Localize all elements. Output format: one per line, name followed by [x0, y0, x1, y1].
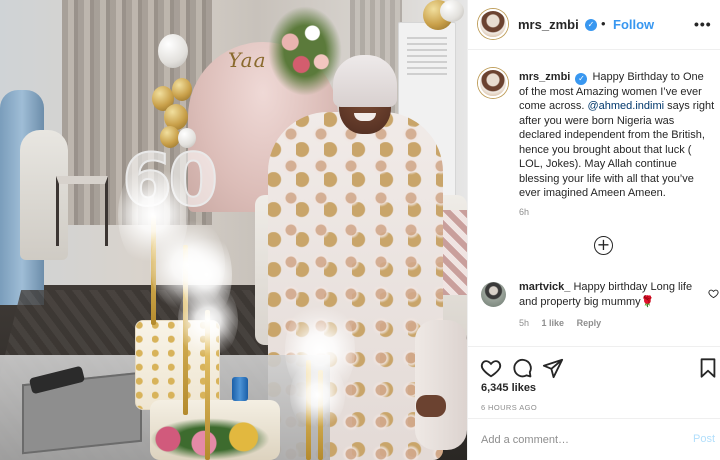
photo-cake-roses	[150, 418, 270, 460]
photo-person-right	[415, 320, 467, 450]
caption-username[interactable]: mrs_zmbi	[519, 71, 570, 83]
comment-username[interactable]: martvick_	[519, 281, 570, 293]
caption-time[interactable]: 6h	[519, 207, 529, 217]
post-comment-button[interactable]: Post	[693, 433, 715, 445]
add-comment-bar: Post	[468, 418, 720, 460]
photo-head-wrap	[333, 55, 397, 107]
caption-avatar[interactable]	[478, 68, 508, 98]
verified-badge-icon: ✓	[585, 19, 597, 31]
comment-bubble-icon[interactable]	[511, 357, 533, 379]
photo-sparkler	[178, 280, 238, 360]
author-avatar[interactable]	[478, 9, 508, 39]
caption-text-part2: says right after you were born Nigeria w…	[519, 100, 715, 199]
load-more-comments-icon[interactable]: +	[594, 236, 613, 255]
comment-meta: 5h 1 like Reply	[519, 318, 601, 328]
photo-balloon	[440, 0, 464, 22]
header-separator: •	[601, 16, 606, 31]
caption-mention-link[interactable]: @ahmed.indimi	[587, 100, 664, 112]
comment-reply-button[interactable]: Reply	[577, 318, 602, 328]
commenter-avatar[interactable]	[481, 282, 506, 307]
photo-soda-can	[232, 377, 248, 401]
photo-balloon	[172, 78, 192, 101]
like-count[interactable]: 6,345 likes	[481, 382, 536, 394]
photo-sparkler	[290, 360, 345, 430]
comment-item: martvick_ Happy birthday Long life and p…	[519, 280, 699, 309]
share-direct-icon[interactable]	[542, 357, 564, 379]
follow-button[interactable]: Follow	[613, 17, 654, 32]
post-side-panel: mrs_zmbi ✓ • Follow ••• mrs_zmbi ✓ Happy…	[467, 0, 720, 460]
post-header: mrs_zmbi ✓ • Follow •••	[468, 0, 720, 50]
post-caption: mrs_zmbi ✓ Happy Birthday to One of the …	[519, 70, 715, 201]
author-username[interactable]: mrs_zmbi	[518, 17, 579, 32]
save-bookmark-icon[interactable]	[697, 357, 719, 379]
photo-balloon	[158, 34, 188, 68]
photo-flower-arrangement	[268, 6, 342, 96]
caption-verified-badge-icon: ✓	[575, 73, 588, 85]
photo-side-table	[56, 176, 108, 246]
more-options-icon[interactable]: •••	[694, 16, 712, 32]
add-comment-input[interactable]	[481, 431, 671, 449]
like-heart-icon[interactable]	[480, 357, 502, 379]
post-actions: 6,345 likes 6 HOURS AGO	[468, 346, 720, 416]
photo-hand	[416, 395, 446, 417]
comment-time[interactable]: 5h	[519, 318, 529, 328]
post-photo[interactable]: Yaa 60	[0, 0, 467, 460]
comment-like-heart-icon[interactable]	[708, 288, 719, 299]
comment-likes[interactable]: 1 like	[542, 318, 565, 328]
post-timestamp[interactable]: 6 HOURS AGO	[481, 403, 537, 412]
photo-backdrop-text: Yaa	[228, 48, 267, 72]
